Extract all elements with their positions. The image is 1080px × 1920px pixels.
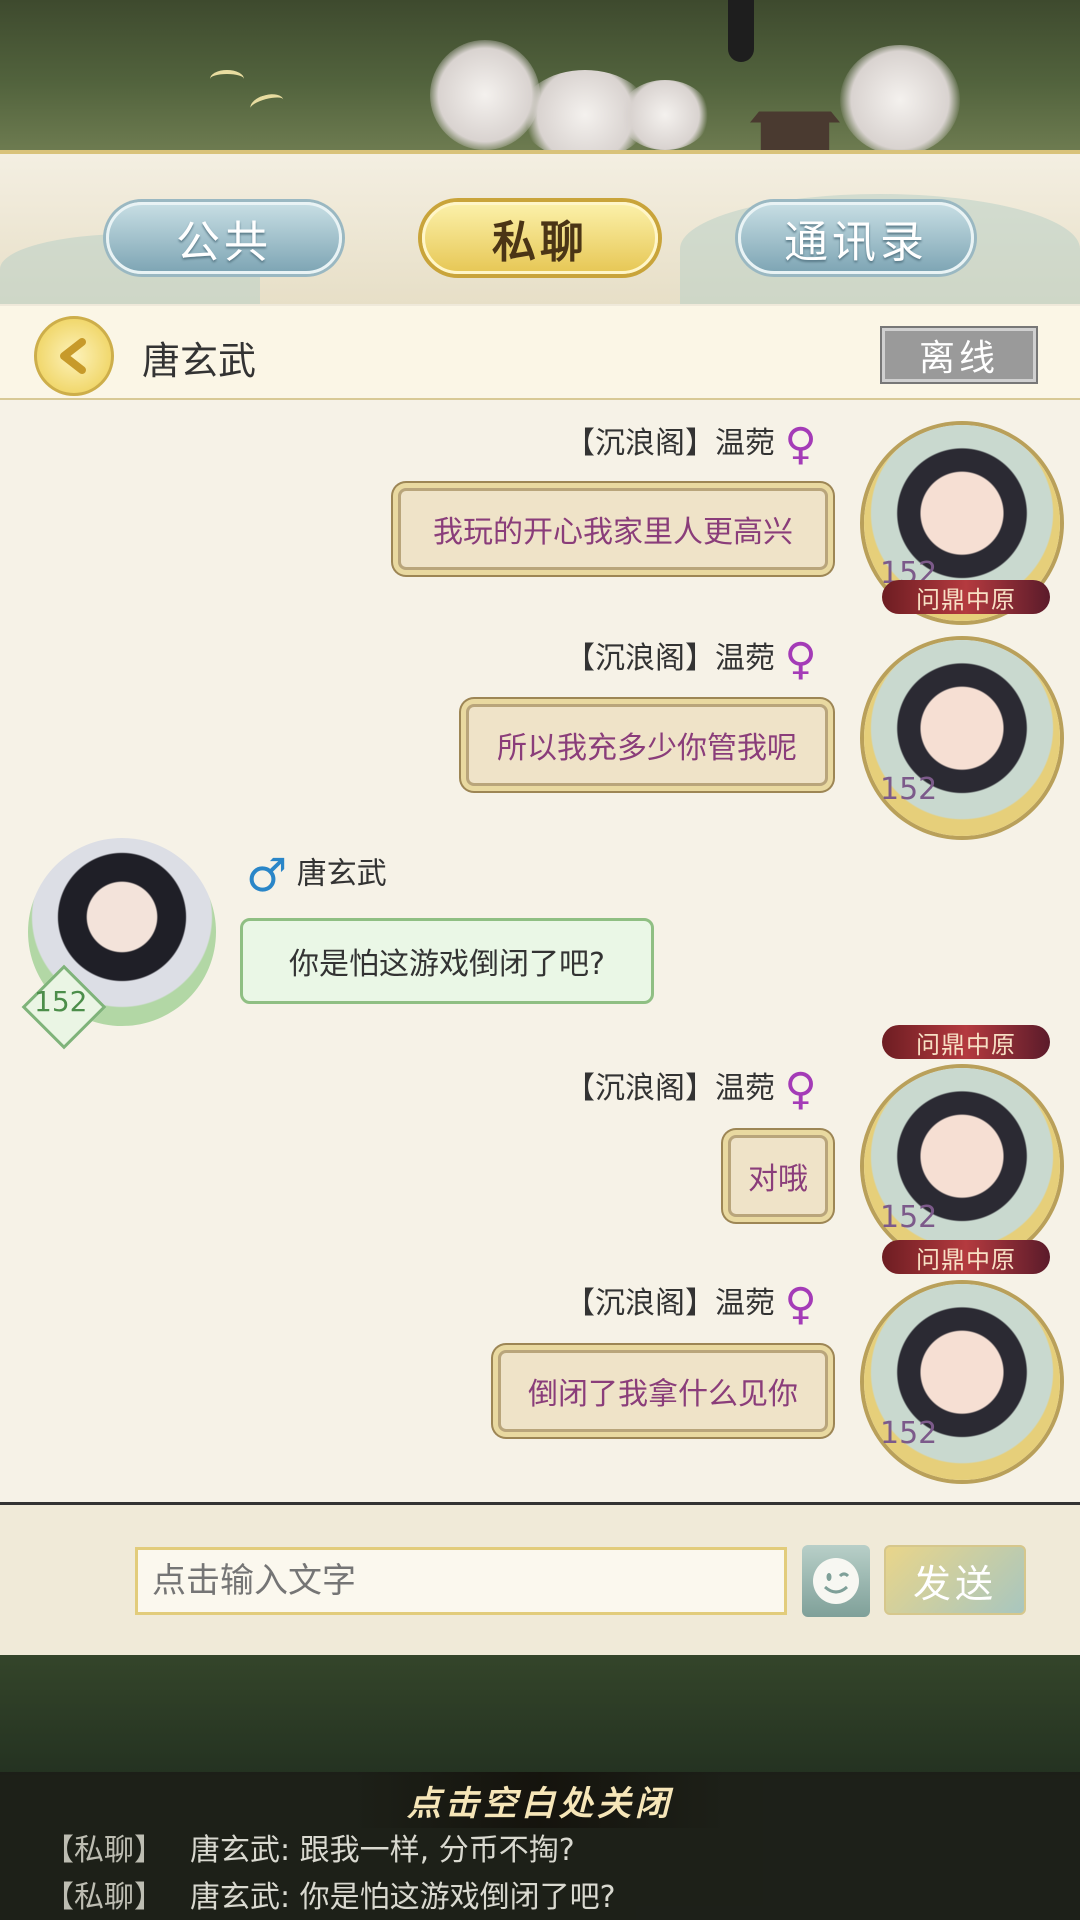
conversation-title: 唐玄武 <box>142 339 257 383</box>
feed-line: 【私聊】 唐玄武: 跟我一样, 分币不掏? <box>44 1825 575 1869</box>
message-list[interactable]: 【沉浪阁】温菀 ♀ 我玩的开心我家里人更高兴 152 问鼎中原 【沉浪阁】温菀 … <box>0 400 1080 1505</box>
title-banner: 问鼎中原 <box>882 1025 1050 1059</box>
tab-contacts[interactable]: 通讯录 <box>738 202 974 274</box>
message-bubble[interactable]: 倒闭了我拿什么见你 <box>498 1350 828 1432</box>
message-bubble[interactable]: 你是怕这游戏倒闭了吧? <box>240 918 654 1004</box>
sender-guild: 【沉浪阁】 <box>565 1286 715 1321</box>
sender-name-line: 【沉浪阁】温菀 ♀ <box>565 1063 817 1115</box>
female-symbol-icon: ♀ <box>784 419 817 470</box>
level-badge: 152 <box>34 985 88 1018</box>
tab-private-chat[interactable]: 私聊 <box>422 202 658 274</box>
back-button[interactable] <box>34 316 114 396</box>
smiley-icon <box>813 1558 859 1604</box>
hanging-sign-decoration <box>728 0 754 62</box>
sender-name-line: 【沉浪阁】温菀 ♀ <box>565 418 817 470</box>
feed-tag: 【私聊】 <box>44 1880 164 1915</box>
close-hint[interactable]: 点击空白处关闭 <box>352 1772 728 1828</box>
feed-text: 唐玄武: 跟我一样, 分币不掏? <box>190 1833 575 1868</box>
scenery-bottom <box>0 1655 1080 1775</box>
male-symbol-icon: ♂ <box>246 848 288 902</box>
message-bubble[interactable]: 所以我充多少你管我呢 <box>466 704 828 786</box>
tab-public[interactable]: 公共 <box>106 202 342 274</box>
message-bubble[interactable]: 我玩的开心我家里人更高兴 <box>398 488 828 570</box>
level-badge: 152 <box>880 772 938 807</box>
sender-name-line: 【沉浪阁】温菀 ♀ <box>565 1278 817 1330</box>
level-badge: 152 <box>880 1200 938 1235</box>
sender-guild: 【沉浪阁】 <box>565 641 715 676</box>
scenery-top <box>0 0 1080 160</box>
chevron-left-icon <box>60 338 86 374</box>
sender-name-line: 【沉浪阁】温菀 ♀ <box>565 633 817 685</box>
feed-text: 唐玄武: 你是怕这游戏倒闭了吧? <box>190 1880 616 1915</box>
female-symbol-icon: ♀ <box>784 1064 817 1115</box>
female-symbol-icon: ♀ <box>784 634 817 685</box>
sender-name: 温菀 <box>715 426 775 461</box>
sender-name: 唐玄武 <box>296 856 387 892</box>
female-symbol-icon: ♀ <box>784 1279 817 1330</box>
feed-tag: 【私聊】 <box>44 1833 164 1868</box>
level-badge: 152 <box>880 1416 938 1451</box>
message-input[interactable] <box>135 1547 787 1615</box>
sender-name-line: ♂ 唐玄武 <box>246 848 387 902</box>
message-bubble[interactable]: 对哦 <box>728 1135 828 1217</box>
title-banner: 问鼎中原 <box>882 580 1050 614</box>
sender-name: 温菀 <box>715 1286 775 1321</box>
status-badge: 离线 <box>882 328 1036 382</box>
send-button[interactable]: 发送 <box>884 1545 1026 1615</box>
emoji-button[interactable] <box>802 1545 870 1617</box>
title-banner: 问鼎中原 <box>882 1240 1050 1274</box>
sender-name: 温菀 <box>715 1071 775 1106</box>
sender-name: 温菀 <box>715 641 775 676</box>
sender-guild: 【沉浪阁】 <box>565 1071 715 1106</box>
sender-guild: 【沉浪阁】 <box>565 426 715 461</box>
feed-line: 【私聊】 唐玄武: 你是怕这游戏倒闭了吧? <box>44 1872 616 1916</box>
